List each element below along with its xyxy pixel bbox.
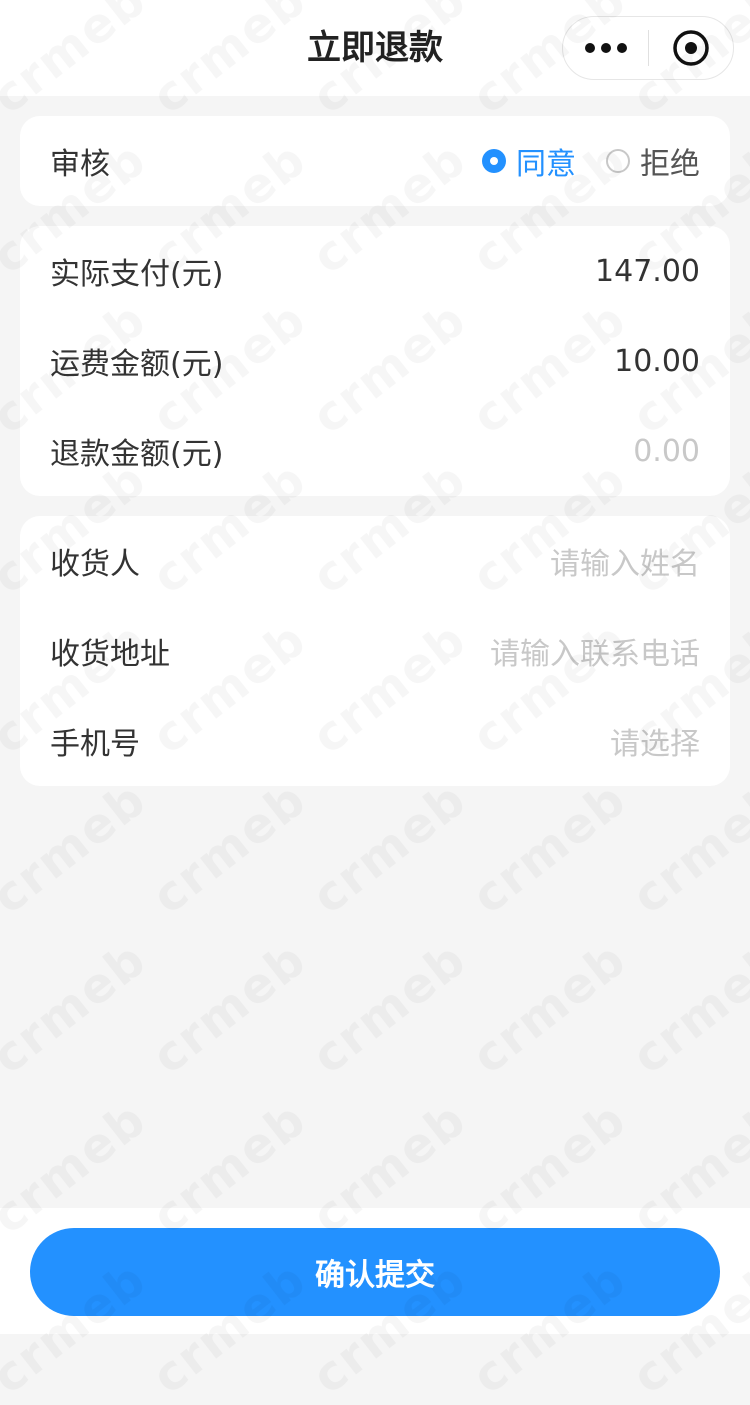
watermark-text: crmeb xyxy=(0,771,157,925)
radio-agree-label[interactable]: 同意 xyxy=(516,139,576,183)
refund-amount-label: 退款金额(元) xyxy=(50,437,224,472)
refund-amount-input[interactable]: 0.00 xyxy=(633,434,700,469)
watermark-text: crmeb xyxy=(302,771,478,925)
phone-label: 手机号 xyxy=(50,727,140,762)
review-row: 审核 同意 拒绝 xyxy=(20,116,730,206)
radio-agree[interactable]: 同意 xyxy=(482,139,576,183)
submit-button[interactable]: 确认提交 xyxy=(30,1228,720,1316)
more-dots-icon[interactable] xyxy=(563,16,648,80)
shipping-fee-value: 10.00 xyxy=(614,343,700,379)
address-input[interactable]: 请输入联系电话 xyxy=(490,629,700,673)
phone-row: 手机号 请选择 xyxy=(20,696,730,786)
record-target-icon[interactable] xyxy=(649,16,733,80)
watermark-text: crmeb xyxy=(142,771,318,925)
watermark-text: crmeb xyxy=(622,771,750,925)
review-radio-group: 同意 拒绝 xyxy=(452,139,700,183)
review-card: 审核 同意 拒绝 xyxy=(20,116,730,206)
actual-paid-value: 147.00 xyxy=(595,253,700,289)
phone-input[interactable]: 请选择 xyxy=(610,719,700,763)
mini-program-capsule xyxy=(562,16,734,80)
consignee-input[interactable]: 请输入姓名 xyxy=(550,539,700,583)
shipping-fee-row: 运费金额(元) 10.00 xyxy=(20,316,730,406)
watermark-text: crmeb xyxy=(142,931,318,1085)
navigation-bar: 立即退款 xyxy=(0,0,750,96)
refund-amount-row: 退款金额(元) 0.00 xyxy=(20,406,730,496)
bottom-bar: 确认提交 xyxy=(0,1208,750,1334)
watermark-text: crmeb xyxy=(302,931,478,1085)
review-label: 审核 xyxy=(50,147,110,182)
watermark-text: crmeb xyxy=(0,931,157,1085)
address-row: 收货地址 请输入联系电话 xyxy=(20,606,730,696)
watermark-text: crmeb xyxy=(462,771,638,925)
radio-reject-label[interactable]: 拒绝 xyxy=(640,139,700,183)
shipping-fee-label: 运费金额(元) xyxy=(50,347,224,382)
radio-unchecked-icon[interactable] xyxy=(606,149,630,173)
address-label: 收货地址 xyxy=(50,637,170,672)
consignee-label: 收货人 xyxy=(50,547,140,582)
actual-paid-label: 实际支付(元) xyxy=(50,257,224,292)
consignee-row: 收货人 请输入姓名 xyxy=(20,516,730,606)
watermark-text: crmeb xyxy=(622,931,750,1085)
radio-checked-icon[interactable] xyxy=(482,149,506,173)
amount-card: 实际支付(元) 147.00 运费金额(元) 10.00 退款金额(元) 0.0… xyxy=(20,226,730,496)
radio-reject[interactable]: 拒绝 xyxy=(606,139,700,183)
watermark-text: crmeb xyxy=(462,931,638,1085)
receiver-card: 收货人 请输入姓名 收货地址 请输入联系电话 手机号 请选择 xyxy=(20,516,730,786)
actual-paid-row: 实际支付(元) 147.00 xyxy=(20,226,730,316)
